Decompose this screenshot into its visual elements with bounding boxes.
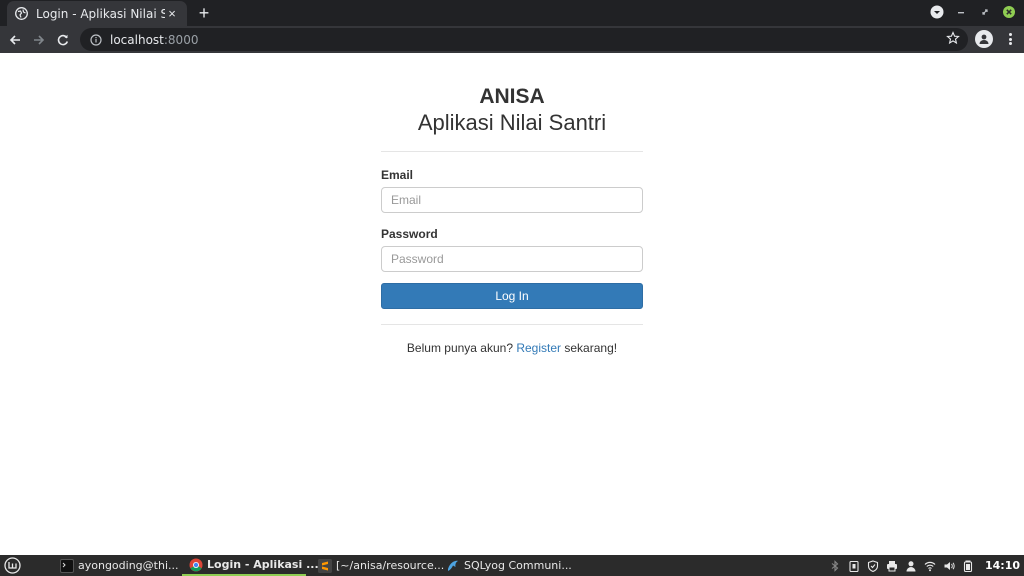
login-button[interactable]: Log In bbox=[381, 283, 643, 309]
restore-icon[interactable] bbox=[978, 5, 992, 19]
password-label: Password bbox=[381, 227, 438, 241]
os-taskbar: ayongoding@thi... Login - Aplikasi ... [… bbox=[0, 555, 1024, 576]
taskbar-item-terminal[interactable]: ayongoding@thi... bbox=[60, 555, 179, 576]
battery-icon[interactable] bbox=[962, 560, 974, 572]
login-form: Email Password Log In bbox=[381, 168, 643, 309]
register-suffix: sekarang! bbox=[564, 341, 618, 355]
brand-subtitle: Aplikasi Nilai Santri bbox=[417, 110, 607, 135]
tab-title: Login - Aplikasi Nilai Santri bbox=[36, 6, 165, 21]
printer-icon[interactable] bbox=[886, 560, 898, 572]
site-info-icon[interactable] bbox=[90, 33, 102, 46]
register-prefix: Belum punya akun? bbox=[406, 341, 513, 355]
taskbar-item-sublime[interactable]: [~/anisa/resource... bbox=[318, 555, 444, 576]
address-bar[interactable]: localhost:8000 bbox=[80, 28, 968, 51]
url-host: localhost bbox=[110, 32, 164, 47]
new-tab-button[interactable]: + bbox=[194, 3, 214, 23]
sublime-text-icon bbox=[318, 558, 332, 573]
email-label: Email bbox=[381, 168, 414, 182]
close-window-icon[interactable] bbox=[1002, 5, 1016, 19]
taskbar-item-label: [~/anisa/resource... bbox=[336, 559, 445, 572]
window-controls bbox=[930, 5, 1016, 19]
minimize-icon[interactable] bbox=[954, 5, 968, 19]
volume-icon[interactable] bbox=[943, 560, 955, 572]
register-link[interactable]: Register bbox=[516, 341, 561, 355]
start-menu-icon[interactable] bbox=[4, 557, 21, 574]
password-field[interactable] bbox=[381, 246, 643, 272]
taskbar-item-chrome[interactable]: Login - Aplikasi ... bbox=[182, 555, 319, 576]
bookmark-star-icon[interactable] bbox=[946, 31, 962, 47]
bluetooth-icon[interactable] bbox=[829, 559, 841, 572]
sqlyog-dolphin-icon bbox=[446, 559, 460, 573]
divider-bottom bbox=[381, 324, 643, 325]
system-tray: 14:10 bbox=[829, 555, 1020, 576]
forward-arrow-icon[interactable] bbox=[30, 31, 48, 49]
taskbar-item-label: ayongoding@thi... bbox=[78, 559, 179, 572]
taskbar-item-label: Login - Aplikasi ... bbox=[207, 558, 319, 571]
profile-avatar-icon[interactable] bbox=[975, 30, 993, 48]
browser-menu-icon[interactable] bbox=[1004, 30, 1016, 48]
tab-search-icon[interactable] bbox=[930, 5, 944, 19]
shield-update-icon[interactable] bbox=[867, 559, 879, 572]
clipboard-icon[interactable] bbox=[848, 560, 860, 572]
back-arrow-icon[interactable] bbox=[6, 31, 24, 49]
browser-tab[interactable]: Login - Aplikasi Nilai Santri × bbox=[7, 1, 187, 26]
taskbar-item-label: SQLyog Communi... bbox=[464, 559, 572, 572]
terminal-icon bbox=[60, 558, 74, 573]
clock[interactable]: 14:10 bbox=[985, 559, 1020, 572]
browser-tab-strip: Login - Aplikasi Nilai Santri × + bbox=[0, 0, 1024, 26]
taskbar-item-sqlyog[interactable]: SQLyog Communi... bbox=[446, 555, 572, 576]
user-icon[interactable] bbox=[905, 560, 917, 572]
tab-close-icon[interactable]: × bbox=[165, 6, 179, 21]
wifi-icon[interactable] bbox=[924, 560, 936, 572]
email-field[interactable] bbox=[381, 187, 643, 213]
globe-icon bbox=[15, 7, 28, 20]
divider-top bbox=[381, 151, 643, 152]
browser-toolbar: localhost:8000 bbox=[0, 26, 1024, 53]
register-prompt: Belum punya akun? Register sekarang! bbox=[381, 341, 643, 355]
brand-header: ANISA Aplikasi Nilai Santri bbox=[381, 85, 643, 136]
chrome-icon bbox=[189, 558, 203, 572]
page-content: ANISA Aplikasi Nilai Santri Email Passwo… bbox=[0, 53, 1024, 555]
reload-icon[interactable] bbox=[54, 31, 72, 49]
url-port: :8000 bbox=[163, 32, 199, 47]
login-panel: ANISA Aplikasi Nilai Santri Email Passwo… bbox=[381, 85, 643, 355]
brand-title: ANISA bbox=[479, 85, 545, 108]
url-text: localhost:8000 bbox=[110, 33, 198, 47]
